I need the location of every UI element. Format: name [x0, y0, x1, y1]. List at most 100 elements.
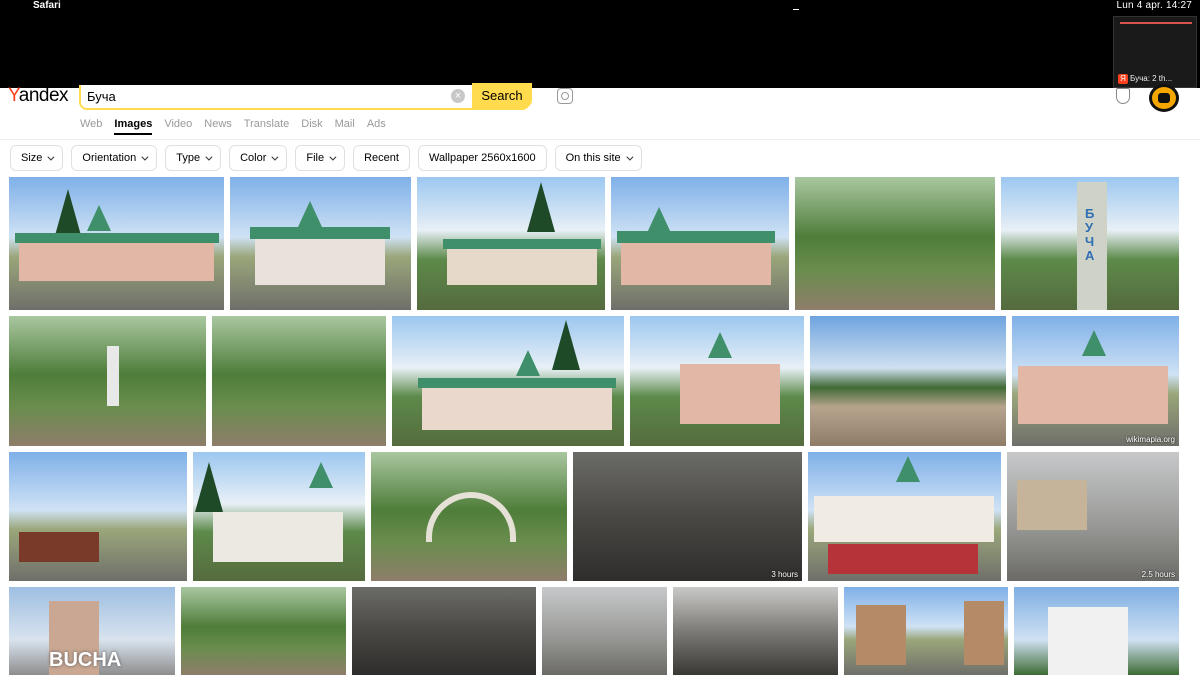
image-result[interactable] [795, 177, 995, 310]
filter-label: Size [21, 152, 43, 164]
crowd [828, 544, 978, 574]
header-divider [0, 139, 1200, 140]
stele-text: БУЧА [1085, 206, 1095, 263]
tab-images[interactable]: Images [114, 118, 153, 135]
tab-web[interactable]: Web [80, 118, 102, 135]
shield-icon[interactable] [1116, 88, 1130, 104]
clear-search-icon[interactable]: × [451, 89, 465, 103]
image-result[interactable]: BUCHA [9, 587, 175, 675]
avatar[interactable] [1149, 84, 1179, 112]
tab-ads[interactable]: Ads [367, 118, 386, 135]
image-result[interactable] [230, 177, 411, 310]
station-building [213, 512, 343, 562]
age-badge: 2.5 hours [1141, 570, 1175, 579]
image-result[interactable] [417, 177, 605, 310]
tab-news[interactable]: News [204, 118, 232, 135]
black-overlay [0, 12, 1200, 88]
source-watermark: wikimapia.org [1126, 435, 1175, 444]
station-spire [1082, 330, 1106, 356]
image-result[interactable] [352, 587, 536, 675]
filter-label: Type [176, 152, 201, 164]
age-badge: 3 hours [771, 570, 798, 579]
camera-search-icon[interactable] [557, 88, 573, 104]
tab-mail[interactable]: Mail [335, 118, 355, 135]
tree-shape [527, 182, 555, 232]
filter-label: Recent [364, 152, 399, 164]
filter-file[interactable]: File [295, 145, 346, 171]
station-building [814, 496, 994, 542]
station-spire [708, 332, 732, 358]
image-result[interactable] [542, 587, 667, 675]
tree-shape [195, 462, 223, 512]
station-building [1018, 366, 1168, 424]
search-button[interactable]: Search [472, 83, 532, 108]
filter-label: On this site [565, 152, 621, 164]
station-spire [298, 201, 322, 227]
image-result[interactable]: 3 hours [573, 452, 802, 581]
image-result[interactable]: wikimapia.org [1012, 316, 1179, 446]
station-building [19, 239, 214, 281]
logo-letter: Y [8, 85, 19, 106]
yandex-favicon-icon: Я [1118, 74, 1128, 84]
station-building [621, 239, 771, 285]
yandex-logo[interactable]: Yandex [8, 85, 69, 107]
preview-tab-bar [1120, 22, 1192, 26]
filter-type[interactable]: Type [165, 145, 222, 171]
station-building [255, 235, 385, 285]
image-result[interactable] [392, 316, 624, 446]
rotunda [426, 492, 516, 542]
image-result[interactable] [630, 316, 804, 446]
chevron-down-icon [271, 153, 279, 161]
image-result[interactable] [181, 587, 346, 675]
tab-video[interactable]: Video [164, 118, 192, 135]
image-result[interactable] [9, 316, 206, 446]
filter-bar: Size Orientation Type Color File Recent … [10, 145, 642, 171]
apartment-building [1048, 607, 1128, 675]
image-result[interactable] [673, 587, 838, 675]
image-result[interactable] [9, 452, 187, 581]
image-result[interactable] [193, 452, 365, 581]
filter-recent[interactable]: Recent [353, 145, 410, 171]
chevron-down-icon [141, 153, 149, 161]
tree-shape [552, 320, 580, 370]
station-roof [418, 378, 616, 388]
tree-shape [54, 189, 82, 239]
preview-title: Буча: 2 th... [1130, 74, 1173, 83]
station-spire [647, 207, 671, 233]
station-spire [516, 350, 540, 376]
image-result[interactable] [611, 177, 789, 310]
image-result[interactable]: БУЧА [1001, 177, 1179, 310]
image-result[interactable] [844, 587, 1008, 675]
train [19, 532, 99, 562]
search-input[interactable] [87, 85, 447, 107]
image-result[interactable] [212, 316, 386, 446]
search-tabs: Web Images Video News Translate Disk Mai… [80, 118, 386, 135]
station-roof [617, 231, 775, 243]
chevron-down-icon [47, 153, 55, 161]
app-name[interactable]: Safari [33, 0, 61, 11]
filter-label: File [306, 152, 325, 164]
filter-size[interactable]: Size [10, 145, 64, 171]
station-building [447, 247, 597, 285]
chevron-down-icon [205, 153, 213, 161]
menubar-dash [793, 9, 799, 10]
building [964, 601, 1004, 665]
window-preview[interactable]: Я Буча: 2 th... [1113, 16, 1197, 88]
filter-color[interactable]: Color [229, 145, 288, 171]
filter-orientation[interactable]: Orientation [71, 145, 158, 171]
filter-on-this-site[interactable]: On this site [554, 145, 642, 171]
image-result[interactable] [1014, 587, 1179, 675]
image-result[interactable]: 2.5 hours [1007, 452, 1179, 581]
statue [107, 346, 119, 406]
image-result[interactable] [810, 316, 1006, 446]
search-box: × Search [79, 83, 532, 110]
tab-disk[interactable]: Disk [301, 118, 322, 135]
filter-label: Wallpaper 2560x1600 [428, 152, 536, 164]
image-result[interactable] [808, 452, 1001, 581]
menubar-clock[interactable]: Lun 4 apr. 14:27 [1117, 0, 1193, 11]
image-result[interactable] [9, 177, 224, 310]
tab-translate[interactable]: Translate [244, 118, 289, 135]
image-result[interactable] [371, 452, 567, 581]
filter-label: Orientation [82, 152, 137, 164]
filter-wallpaper[interactable]: Wallpaper 2560x1600 [417, 145, 547, 171]
